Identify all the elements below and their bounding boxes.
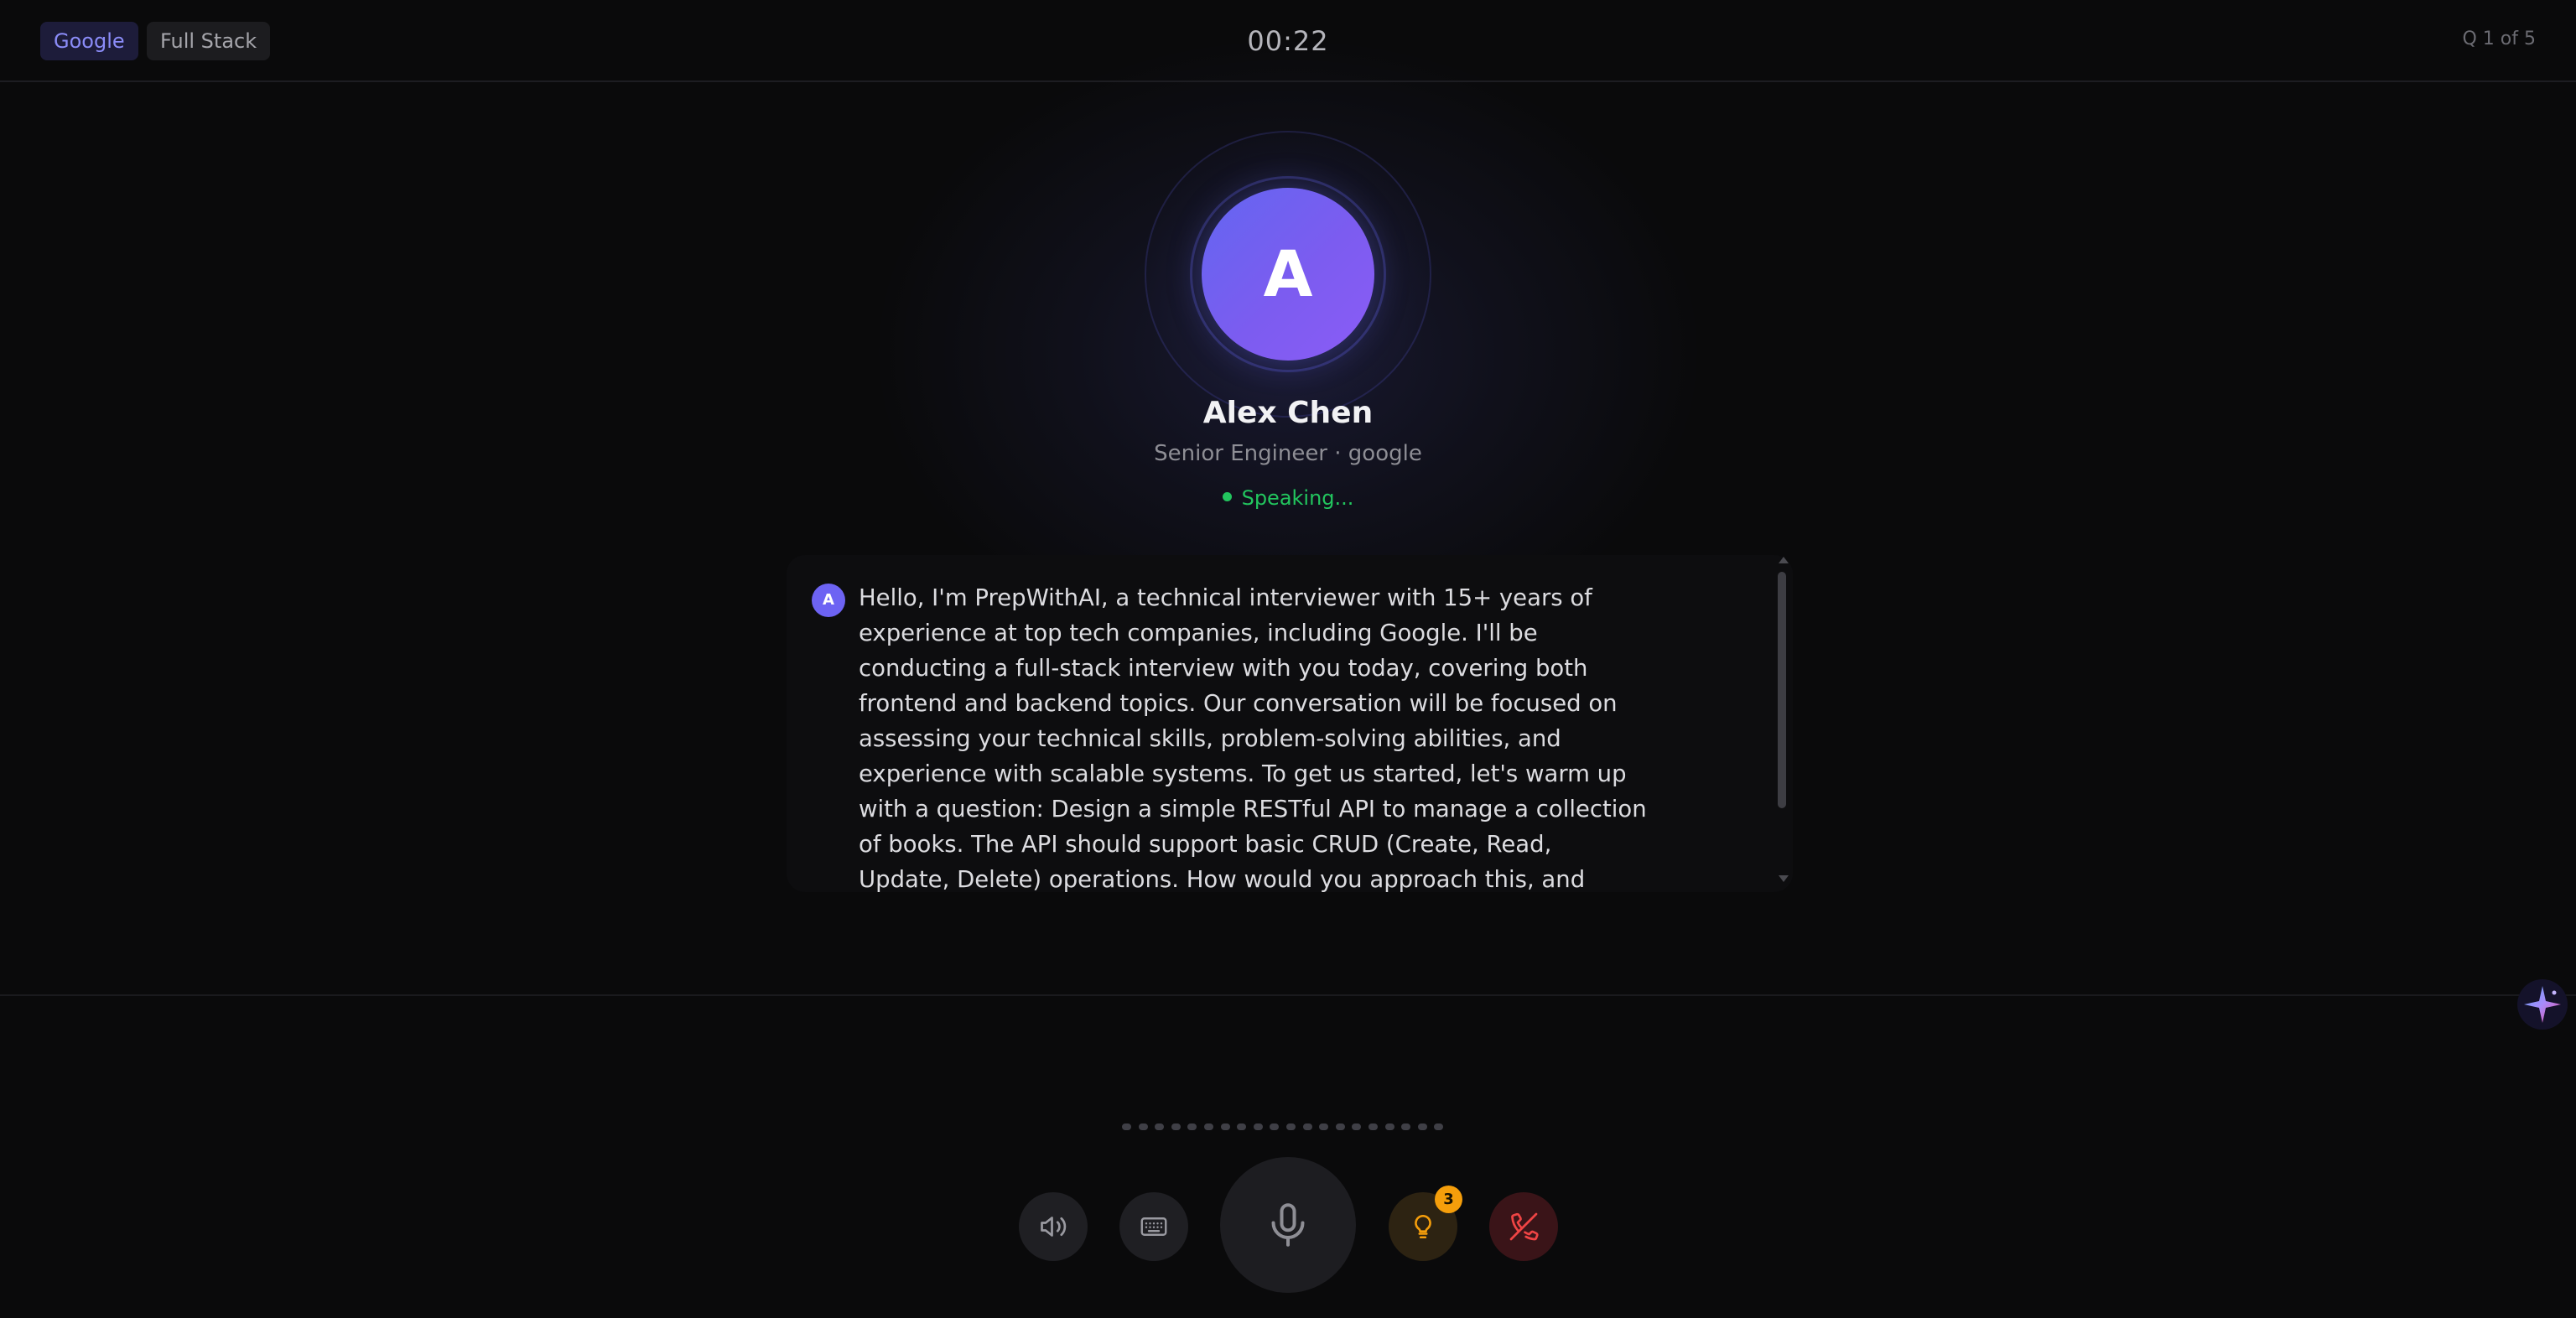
- waveform-bar: [1270, 1123, 1280, 1130]
- interviewer-name: Alex Chen: [1202, 396, 1374, 430]
- scroll-up-arrow[interactable]: [1779, 557, 1789, 563]
- microphone-icon: [1271, 1203, 1305, 1247]
- keyboard-button[interactable]: [1119, 1192, 1188, 1261]
- waveform-bar: [1434, 1123, 1444, 1130]
- waveform-bar: [1122, 1123, 1131, 1130]
- message-avatar: A: [812, 584, 845, 617]
- waveform-bar: [1352, 1123, 1362, 1130]
- waveform-bar: [1368, 1123, 1378, 1130]
- microphone-button[interactable]: [1220, 1157, 1356, 1293]
- waveform-bar: [1237, 1123, 1247, 1130]
- message-text: Hello, I'm PrepWithAI, a technical inter…: [859, 584, 1647, 892]
- lightbulb-icon: [1415, 1214, 1431, 1239]
- waveform-bar: [1220, 1123, 1230, 1130]
- interview-screen: Google Full Stack 00:22 Q 1 of 5 A Alex …: [0, 0, 2576, 1318]
- scroll-down-arrow[interactable]: [1779, 875, 1789, 882]
- waveform-bar: [1417, 1123, 1427, 1130]
- waveform-bar: [1285, 1123, 1296, 1130]
- speaker-button[interactable]: [1019, 1192, 1088, 1261]
- speaker-icon: [1041, 1217, 1067, 1237]
- status-label: Speaking...: [1241, 486, 1354, 510]
- sparkle-icon: [2524, 986, 2561, 1023]
- phone-off-icon: [1509, 1212, 1539, 1241]
- waveform-bar: [1203, 1123, 1213, 1130]
- keyboard-icon: [1140, 1217, 1167, 1236]
- transcript-scrollbar[interactable]: [1778, 572, 1786, 808]
- transcript-panel[interactable]: A Hello, I'm PrepWithAI, a technical int…: [787, 555, 1793, 892]
- ai-sparkle-button[interactable]: [2517, 979, 2568, 1030]
- interviewer-role: Senior Engineer · google: [1154, 441, 1422, 466]
- question-progress: Q 1 of 5: [2462, 29, 2537, 49]
- waveform-bar: [1138, 1123, 1148, 1130]
- audio-waveform: [1122, 1123, 1444, 1134]
- top-bar: Google Full Stack 00:22 Q 1 of 5: [0, 0, 2576, 82]
- waveform-bar: [1319, 1123, 1329, 1130]
- waveform-bar: [1335, 1123, 1345, 1130]
- interview-timer: 00:22: [1247, 25, 1329, 57]
- waveform-bar: [1187, 1123, 1197, 1130]
- waveform-bar: [1155, 1123, 1165, 1130]
- speaking-status: Speaking...: [0, 486, 2576, 510]
- waveform-bar: [1401, 1123, 1411, 1130]
- interviewer-avatar: A: [1202, 188, 1374, 361]
- waveform-bar: [1302, 1123, 1312, 1130]
- status-dot: [1222, 491, 1232, 501]
- waveform-bar: [1384, 1123, 1394, 1130]
- hints-count-badge: 3: [1435, 1186, 1462, 1213]
- waveform-bar: [1171, 1123, 1181, 1130]
- section-divider: [0, 994, 2576, 996]
- end-call-button[interactable]: [1489, 1192, 1558, 1261]
- waveform-bar: [1253, 1123, 1263, 1130]
